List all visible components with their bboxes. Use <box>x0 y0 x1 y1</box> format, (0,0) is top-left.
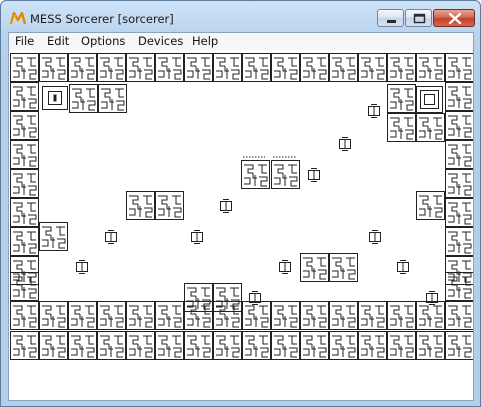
window-title: MESS Sorcerer [sorcerer] <box>30 12 174 26</box>
client-area: File Edit Options Devices Help <box>8 32 474 401</box>
menu-devices[interactable]: Devices <box>138 34 183 48</box>
minimize-icon <box>387 20 396 23</box>
block-2x2-icon <box>300 253 358 282</box>
block-2x2-icon <box>184 283 242 312</box>
block-2x2-icon <box>126 191 184 220</box>
maximize-button[interactable] <box>405 9 432 27</box>
close-icon <box>448 12 462 25</box>
right-wall <box>445 82 473 301</box>
top-wall <box>10 53 473 82</box>
m-logo-icon <box>10 11 26 25</box>
block-2x2-icon <box>39 222 68 251</box>
switch-icon <box>416 86 443 113</box>
left-wall <box>10 82 39 301</box>
panel-icon <box>42 86 68 110</box>
minimize-button[interactable] <box>377 9 404 27</box>
block-2x2-icon <box>416 191 445 220</box>
block-2x2-icon <box>387 84 445 142</box>
menu-help[interactable]: Help <box>192 34 218 48</box>
maximize-icon <box>413 13 426 24</box>
block-2x2-icon <box>69 84 127 113</box>
menu-file[interactable]: File <box>15 34 34 48</box>
small-block-icon <box>76 104 438 305</box>
app-window: MESS Sorcerer [sorcerer] File Edit Optio… <box>0 0 481 407</box>
title-bar[interactable]: MESS Sorcerer [sorcerer] <box>1 1 480 31</box>
block-2x2-icon <box>241 156 300 189</box>
menu-edit[interactable]: Edit <box>47 34 69 48</box>
close-button[interactable] <box>433 9 475 27</box>
menu-options[interactable]: Options <box>81 34 125 48</box>
menu-bar: File Edit Options Devices Help <box>9 33 473 50</box>
emulator-screen[interactable] <box>9 50 473 400</box>
